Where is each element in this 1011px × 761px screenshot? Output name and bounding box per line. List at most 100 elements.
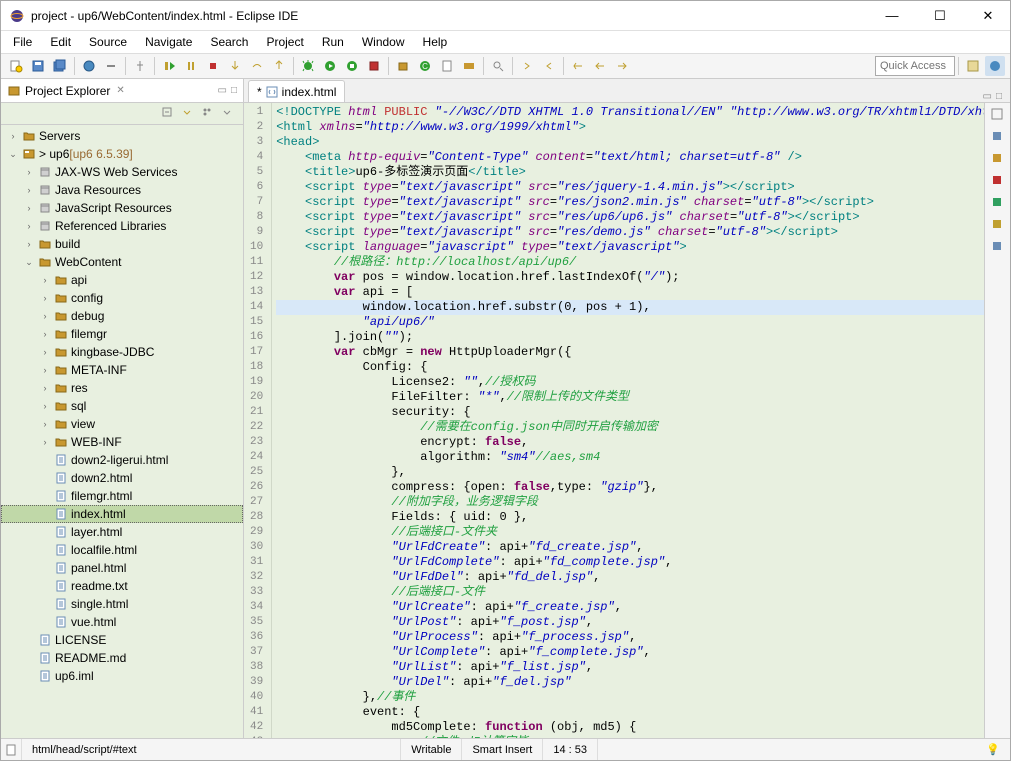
c5-icon[interactable]	[990, 239, 1006, 255]
tree-item-filemgr[interactable]: ›filemgr	[1, 325, 243, 343]
tree-item-res[interactable]: ›res	[1, 379, 243, 397]
tree-arrow[interactable]: ⌄	[23, 257, 35, 268]
tree-arrow[interactable]: ›	[39, 365, 51, 375]
back-button[interactable]	[590, 56, 610, 76]
c4-icon[interactable]	[990, 217, 1006, 233]
tree-arrow[interactable]: ›	[7, 131, 19, 141]
view-close-icon[interactable]: ✕	[116, 85, 124, 96]
tree-item-vue-html[interactable]: vue.html	[1, 613, 243, 631]
tree-item-build[interactable]: ›build	[1, 235, 243, 253]
markers-icon[interactable]	[990, 129, 1006, 145]
tree-arrow[interactable]: ›	[23, 203, 35, 213]
tree-item-down2-ligerui-html[interactable]: down2-ligerui.html	[1, 451, 243, 469]
menu-run[interactable]: Run	[314, 33, 352, 51]
tree-arrow[interactable]: ›	[39, 275, 51, 285]
new-class-button[interactable]: C	[415, 56, 435, 76]
perspective-java-button[interactable]	[963, 56, 983, 76]
tree-item-web-inf[interactable]: ›WEB-INF	[1, 433, 243, 451]
menu-edit[interactable]: Edit	[42, 33, 79, 51]
tree-arrow[interactable]: ›	[39, 383, 51, 393]
menu-project[interactable]: Project	[258, 33, 311, 51]
save-button[interactable]	[28, 56, 48, 76]
debug-resume-button[interactable]	[159, 56, 179, 76]
menu-navigate[interactable]: Navigate	[137, 33, 200, 51]
annotation-next-button[interactable]	[539, 56, 559, 76]
project-tree[interactable]: ›Servers⌄> up6 [up6 6.5.39]›JAX-WS Web S…	[1, 125, 243, 738]
minimize-button[interactable]: —	[878, 6, 906, 26]
new-jsp-button[interactable]	[437, 56, 457, 76]
tree-item-readme-txt[interactable]: readme.txt	[1, 577, 243, 595]
tree-item-debug[interactable]: ›debug	[1, 307, 243, 325]
tree-arrow[interactable]: ›	[39, 311, 51, 321]
run-server-button[interactable]	[342, 56, 362, 76]
tree-item-index-html[interactable]: index.html	[1, 505, 243, 523]
new-button[interactable]	[6, 56, 26, 76]
link-button[interactable]	[101, 56, 121, 76]
tree-arrow[interactable]: ›	[39, 401, 51, 411]
save-all-button[interactable]	[50, 56, 70, 76]
c2-icon[interactable]	[990, 173, 1006, 189]
forward-button[interactable]	[612, 56, 632, 76]
tree-arrow[interactable]: ›	[39, 437, 51, 447]
tree-item-up6[interactable]: ⌄> up6 [up6 6.5.39]	[1, 145, 243, 163]
tree-item-java-resources[interactable]: ›Java Resources	[1, 181, 243, 199]
view-maximize-icon[interactable]: □	[231, 85, 237, 96]
c3-icon[interactable]	[990, 195, 1006, 211]
tree-arrow[interactable]: ⌄	[7, 149, 19, 160]
collapse-all-button[interactable]	[161, 106, 177, 122]
tree-item-layer-html[interactable]: layer.html	[1, 523, 243, 541]
tree-item-up6-iml[interactable]: up6.iml	[1, 667, 243, 685]
tree-arrow[interactable]: ›	[39, 419, 51, 429]
tree-arrow[interactable]: ›	[23, 221, 35, 231]
editor-minimize-icon[interactable]: ▭	[983, 91, 992, 102]
close-button[interactable]: ✕	[974, 6, 1002, 26]
maximize-button[interactable]: ☐	[926, 6, 954, 26]
outline-icon[interactable]	[990, 107, 1006, 123]
menu-search[interactable]: Search	[202, 33, 256, 51]
step-return-button[interactable]	[269, 56, 289, 76]
debug-button[interactable]	[298, 56, 318, 76]
tree-item-meta-inf[interactable]: ›META-INF	[1, 361, 243, 379]
tree-item-javascript-resources[interactable]: ›JavaScript Resources	[1, 199, 243, 217]
menu-help[interactable]: Help	[415, 33, 456, 51]
tree-arrow[interactable]: ›	[23, 239, 35, 249]
tree-item-down2-html[interactable]: down2.html	[1, 469, 243, 487]
run-button[interactable]	[320, 56, 340, 76]
tree-item-localfile-html[interactable]: localfile.html	[1, 541, 243, 559]
tree-arrow[interactable]: ›	[39, 347, 51, 357]
link-editor-button[interactable]	[181, 106, 197, 122]
tree-item-jax-ws-web-services[interactable]: ›JAX-WS Web Services	[1, 163, 243, 181]
editor-tab-index[interactable]: index.html	[248, 80, 345, 102]
tree-item-view[interactable]: ›view	[1, 415, 243, 433]
annotation-prev-button[interactable]	[517, 56, 537, 76]
tree-arrow[interactable]: ›	[39, 329, 51, 339]
view-minimize-icon[interactable]: ▭	[218, 85, 227, 96]
last-edit-button[interactable]	[568, 56, 588, 76]
tree-item-referenced-libraries[interactable]: ›Referenced Libraries	[1, 217, 243, 235]
c1-icon[interactable]	[990, 151, 1006, 167]
filter-button[interactable]	[201, 106, 217, 122]
search-button[interactable]	[488, 56, 508, 76]
tree-item-api[interactable]: ›api	[1, 271, 243, 289]
tip-icon[interactable]: 💡	[986, 743, 1000, 756]
tree-item-sql[interactable]: ›sql	[1, 397, 243, 415]
debug-suspend-button[interactable]	[181, 56, 201, 76]
step-over-button[interactable]	[247, 56, 267, 76]
code-content[interactable]: <!DOCTYPE html PUBLIC "-//W3C//DTD XHTML…	[272, 103, 984, 738]
tree-item-kingbase-jdbc[interactable]: ›kingbase-JDBC	[1, 343, 243, 361]
tree-item-config[interactable]: ›config	[1, 289, 243, 307]
run-ext-button[interactable]	[364, 56, 384, 76]
tree-item-webcontent[interactable]: ⌄WebContent	[1, 253, 243, 271]
perspective-ee-button[interactable]	[985, 56, 1005, 76]
tree-item-single-html[interactable]: single.html	[1, 595, 243, 613]
menu-file[interactable]: File	[5, 33, 40, 51]
tree-item-license[interactable]: LICENSE	[1, 631, 243, 649]
menu-source[interactable]: Source	[81, 33, 135, 51]
browser-button[interactable]	[79, 56, 99, 76]
tree-arrow[interactable]: ›	[23, 167, 35, 177]
code-editor[interactable]: 1234567891011121314151617181920212223242…	[244, 103, 984, 738]
view-menu-button[interactable]	[221, 106, 237, 122]
tree-item-filemgr-html[interactable]: filemgr.html	[1, 487, 243, 505]
tree-item-readme-md[interactable]: README.md	[1, 649, 243, 667]
tree-arrow[interactable]: ›	[39, 293, 51, 303]
